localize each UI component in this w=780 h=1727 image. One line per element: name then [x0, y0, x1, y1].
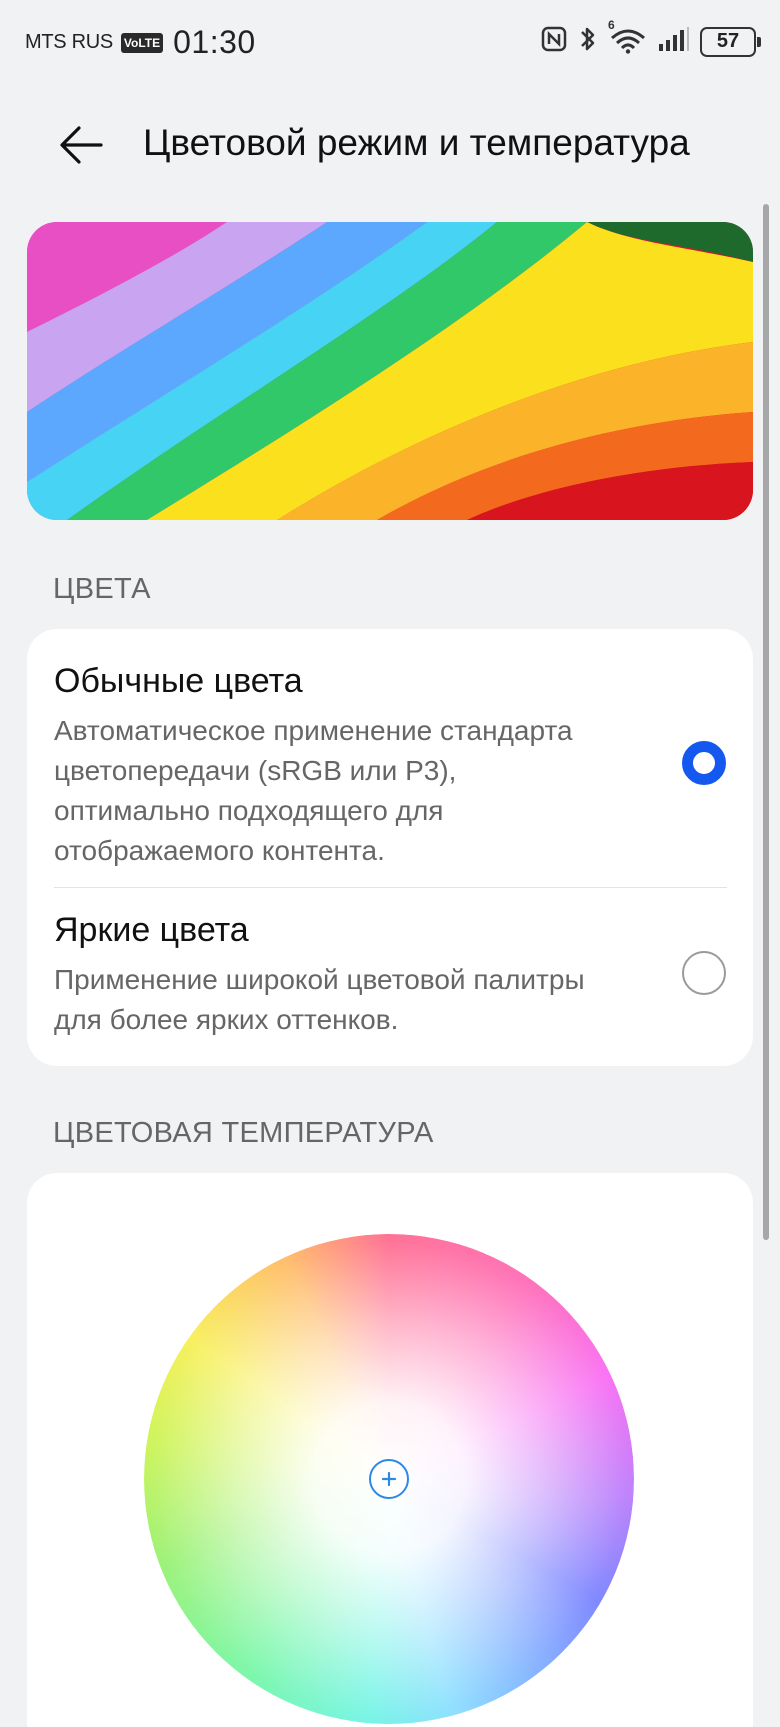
- network-type-label: 6: [608, 18, 615, 32]
- option-normal-colors[interactable]: Обычные цвета Автоматическое применение …: [54, 659, 754, 871]
- wifi-icon: 6: [608, 18, 648, 59]
- option-vivid-description: Применение широкой цветовой палитры для …: [54, 964, 585, 1035]
- temperature-section-label: ЦВЕТОВАЯ ТЕМПЕРАТУРА: [53, 1117, 434, 1149]
- back-button[interactable]: [50, 118, 112, 172]
- bluetooth-icon: [578, 24, 598, 59]
- volte-badge: VoLTE: [120, 32, 164, 53]
- screen: MTS RUS VoLTE 01:30 6 57 Цветовой режим …: [0, 0, 780, 1727]
- color-mode-card: Обычные цвета Автоматическое применение …: [27, 629, 753, 1066]
- scrollbar[interactable]: [763, 204, 769, 1240]
- page-title: Цветовой режим и температура: [143, 122, 690, 163]
- carrier-name: MTS RUS: [25, 31, 113, 53]
- plus-icon: [381, 1471, 397, 1487]
- hero-preview-image: [27, 222, 753, 520]
- option-vivid-title: Яркие цвета: [54, 911, 249, 949]
- status-bar: MTS RUS VoLTE 01:30 6 57: [0, 0, 780, 84]
- nfc-icon: [540, 25, 568, 58]
- battery-indicator: 57: [700, 26, 761, 57]
- clock: 01:30: [173, 24, 256, 60]
- status-left: MTS RUS VoLTE 01:30: [25, 24, 256, 61]
- arrow-left-icon: [60, 126, 103, 164]
- radio-vivid-colors[interactable]: [682, 951, 726, 995]
- app-header: Цветовой режим и температура: [0, 100, 780, 190]
- signal-icon: [658, 26, 690, 57]
- colors-section-label: ЦВЕТА: [53, 573, 151, 605]
- wheel-marker-handle[interactable]: [369, 1459, 409, 1499]
- option-vivid-colors[interactable]: Яркие цвета Применение широкой цветовой …: [54, 908, 754, 1040]
- option-normal-title: Обычные цвета: [54, 662, 303, 700]
- option-divider: [54, 887, 727, 888]
- status-right: 6 57: [540, 18, 761, 59]
- radio-normal-colors[interactable]: [682, 741, 726, 785]
- option-normal-description: Автоматическое применение стандарта цвет…: [54, 715, 573, 866]
